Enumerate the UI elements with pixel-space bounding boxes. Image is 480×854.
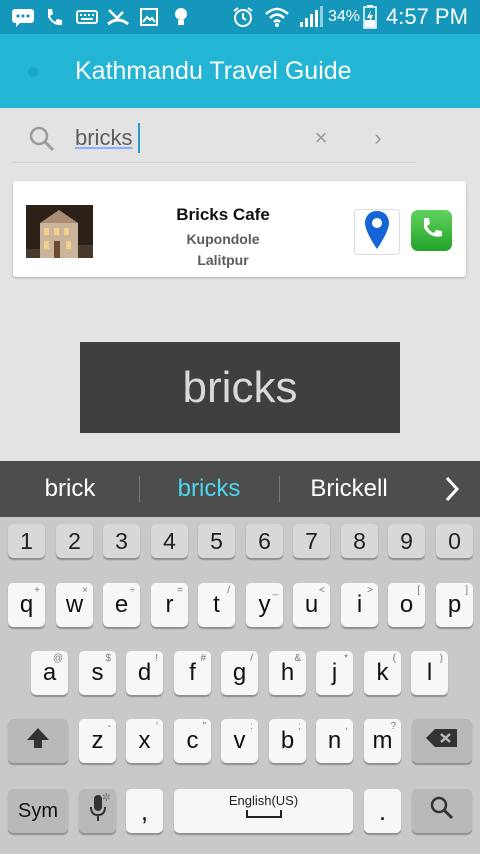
search-key[interactable]: [412, 789, 472, 833]
place-thumbnail: [26, 205, 93, 258]
toast-message: bricks: [80, 342, 400, 433]
chevron-right-icon[interactable]: [434, 461, 470, 517]
key-o[interactable]: [o: [388, 583, 425, 627]
key-y[interactable]: _ y: [246, 583, 283, 627]
key-s[interactable]: $ s: [79, 651, 116, 695]
key-t[interactable]: / t: [198, 583, 235, 627]
suggestion-item[interactable]: Brickell: [292, 461, 406, 517]
key-l[interactable]: ) l: [411, 651, 448, 695]
suggestion-bar: brick bricks Brickell: [0, 461, 480, 517]
space-bar-icon: [246, 797, 282, 825]
missed-call-icon: [106, 6, 130, 28]
page-title: Kathmandu Travel Guide: [75, 57, 352, 85]
key-e[interactable]: ÷ e: [103, 583, 140, 627]
clear-search-button[interactable]: ×: [309, 124, 333, 152]
clock: 4:57 PM: [386, 4, 468, 29]
search-icon: [429, 795, 455, 828]
key-8[interactable]: 8: [341, 524, 378, 558]
key-n[interactable]: ,n: [316, 719, 353, 763]
divider: [139, 476, 140, 502]
image-icon: [138, 6, 160, 28]
place-name: Bricks Cafe: [176, 205, 270, 224]
key-q[interactable]: + q: [8, 583, 45, 627]
key-c[interactable]: " c: [174, 719, 211, 763]
search-input[interactable]: [75, 121, 305, 155]
sym-key[interactable]: Sym: [8, 789, 68, 833]
alarm-icon: [232, 6, 254, 28]
divider: [279, 476, 280, 502]
battery-percent: 34%: [328, 8, 361, 25]
key-m[interactable]: ? m: [364, 719, 401, 763]
suggestion-item[interactable]: brick: [14, 461, 126, 517]
key-9[interactable]: 9: [388, 524, 425, 558]
map-pin-icon: [364, 210, 390, 255]
key-2[interactable]: 2: [56, 524, 93, 558]
search-go-button[interactable]: ›: [366, 124, 390, 152]
key-z[interactable]: -z: [79, 719, 116, 763]
key-d[interactable]: ! d: [126, 651, 163, 695]
key-v[interactable]: :v: [221, 719, 258, 763]
phone-icon: [44, 6, 64, 28]
search-icon: [28, 125, 56, 158]
backspace-key[interactable]: [412, 719, 472, 763]
space-key[interactable]: English(US): [174, 789, 353, 833]
keyboard: 1 2 3 4 5 6 7 8 9 0 + q × w ÷ e = r / t _ y < u…: [0, 517, 480, 854]
key-b[interactable]: ; b: [269, 719, 306, 763]
nav-dot-icon[interactable]: [28, 67, 38, 77]
battery-icon: [362, 5, 378, 29]
place-city: Lalitpur: [197, 252, 249, 268]
key-g[interactable]: / g: [221, 651, 258, 695]
key-j[interactable]: * j: [316, 651, 353, 695]
backspace-icon: [425, 727, 459, 756]
key-7[interactable]: 7: [293, 524, 330, 558]
status-bar: 34% 4:57 PM: [0, 0, 480, 34]
suggestion-item-selected[interactable]: bricks: [152, 461, 266, 517]
key-u[interactable]: < u: [293, 583, 330, 627]
key-i[interactable]: > i: [341, 583, 378, 627]
comma-key[interactable]: ,: [126, 789, 163, 833]
wifi-icon: [264, 6, 290, 28]
text-caret: [138, 123, 140, 153]
key-k[interactable]: (k: [364, 651, 401, 695]
key-f[interactable]: # f: [174, 651, 211, 695]
key-r[interactable]: = r: [151, 583, 188, 627]
shift-icon: [25, 726, 51, 757]
result-card[interactable]: Bricks Cafe Kupondole Lalitpur: [13, 181, 466, 277]
signal-icon: [298, 6, 324, 28]
gear-icon: ✲: [101, 792, 111, 804]
key-h[interactable]: & h: [269, 651, 306, 695]
bulb-icon: [172, 6, 190, 28]
key-0[interactable]: 0: [436, 524, 473, 558]
shift-key[interactable]: [8, 719, 68, 763]
key-5[interactable]: 5: [198, 524, 235, 558]
key-3[interactable]: 3: [103, 524, 140, 558]
chat-icon: [10, 6, 36, 28]
mic-key[interactable]: ✲: [79, 789, 116, 833]
map-button[interactable]: [354, 209, 400, 255]
place-area: Kupondole: [186, 231, 260, 247]
key-a[interactable]: @ a: [31, 651, 68, 695]
keyboard-icon: [76, 6, 98, 28]
call-button[interactable]: [411, 210, 452, 251]
key-p[interactable]: ] p: [436, 583, 473, 627]
period-key[interactable]: .: [364, 789, 401, 833]
key-w[interactable]: × w: [56, 583, 93, 627]
key-4[interactable]: 4: [151, 524, 188, 558]
app-bar: Kathmandu Travel Guide: [0, 34, 480, 108]
key-6[interactable]: 6: [246, 524, 283, 558]
key-x[interactable]: ' x: [126, 719, 163, 763]
phone-icon: [419, 215, 445, 246]
key-1[interactable]: 1: [8, 524, 45, 558]
